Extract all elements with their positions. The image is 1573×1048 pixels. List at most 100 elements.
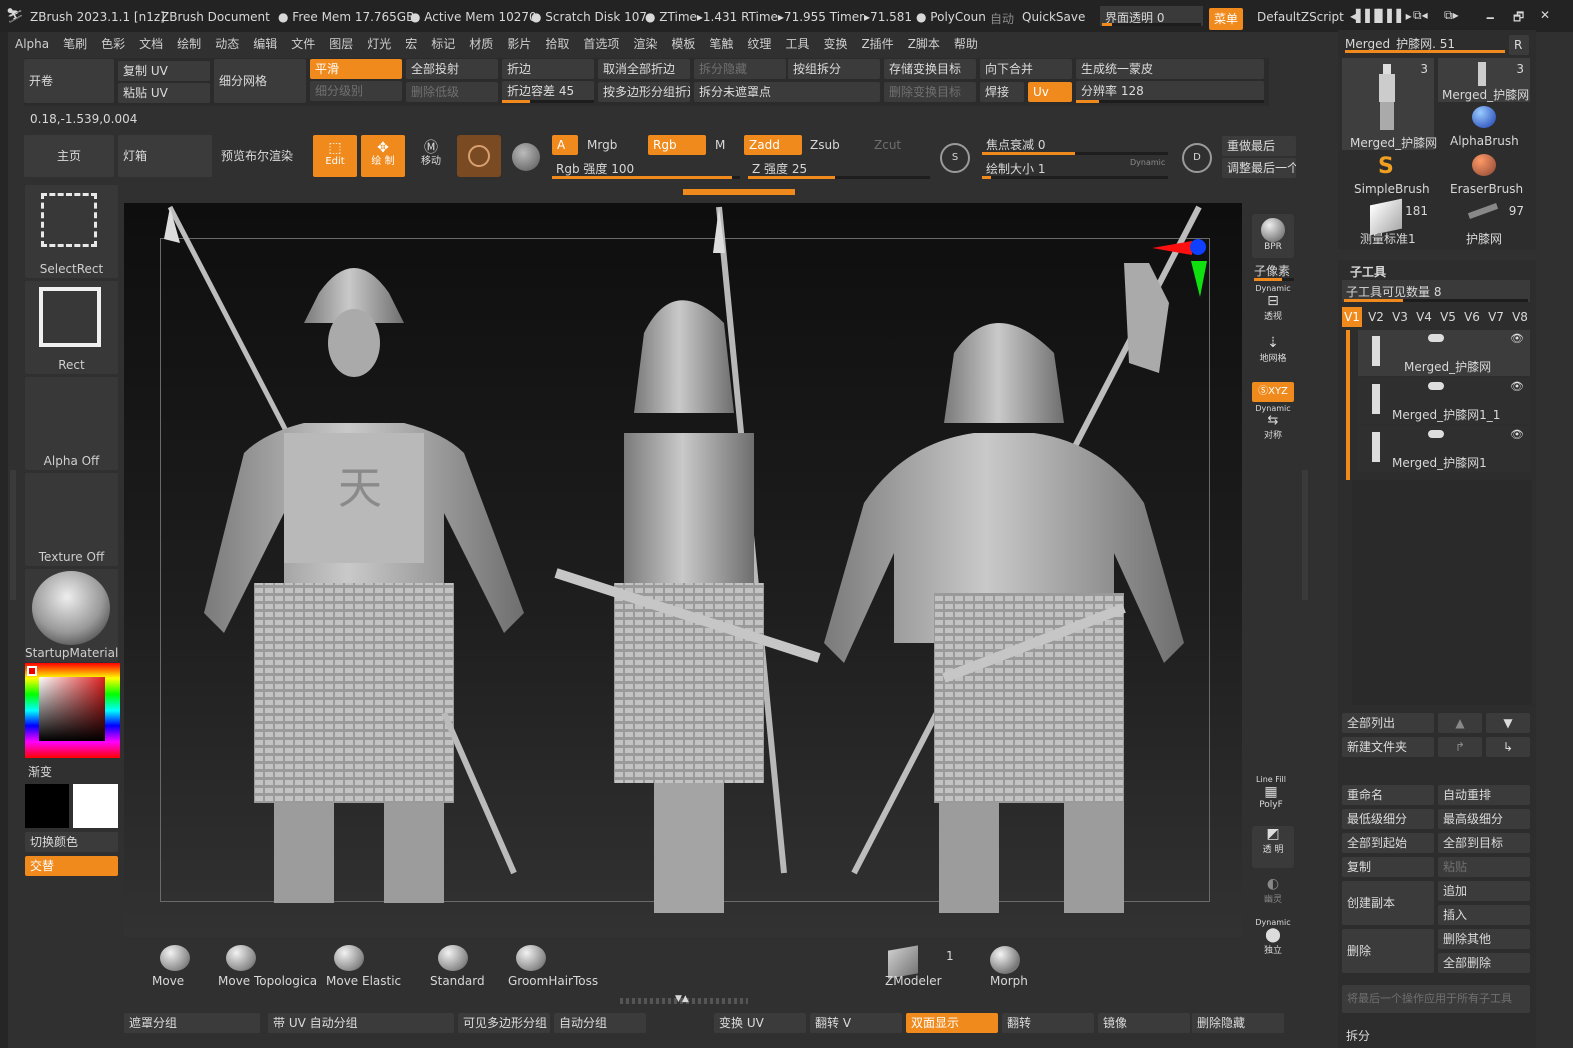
draw-button[interactable]: ✥ 绘 制: [361, 135, 405, 177]
arrow-down-right-icon[interactable]: ↳: [1486, 737, 1530, 757]
toolbar-scroll-indicator[interactable]: [683, 189, 795, 195]
delete-lower-button[interactable]: 删除低级: [406, 82, 498, 102]
all-to-start-button[interactable]: 全部到起始: [1342, 833, 1434, 853]
bottom-button[interactable]: 可见多边形分组: [458, 1013, 550, 1033]
lightbox-button[interactable]: 灯箱: [118, 135, 212, 177]
draw-size-slider[interactable]: 绘制大小 1: [986, 160, 1045, 177]
bottom-button[interactable]: 遮罩分组: [124, 1013, 260, 1033]
polyframe-button[interactable]: Line Fill ▦ PolyF: [1250, 775, 1292, 819]
all-to-target-button[interactable]: 全部到目标: [1438, 833, 1530, 853]
xyz-symmetry-toggle[interactable]: ⓈXYZ: [1252, 382, 1294, 402]
focal-shift-slider[interactable]: 焦点衰减 0: [986, 136, 1045, 153]
version-tab[interactable]: V7: [1486, 307, 1506, 327]
measure-thumb[interactable]: 181 测量标准1: [1342, 198, 1434, 246]
redo-last-button[interactable]: 重做最后: [1222, 136, 1296, 156]
ui-transparency-slider[interactable]: 界面透明 0: [1100, 6, 1203, 26]
menu-item[interactable]: 材质: [462, 33, 500, 55]
m-toggle[interactable]: M: [715, 138, 725, 152]
menu-item[interactable]: 影片: [500, 33, 538, 55]
symmetry-button[interactable]: Dynamic ⇆ 对称: [1252, 404, 1294, 446]
brush-d-icon[interactable]: D: [1182, 143, 1212, 173]
menu-item[interactable]: Z脚本: [901, 33, 947, 55]
bottom-button[interactable]: 变换 UV: [714, 1013, 806, 1033]
auto-reorder-button[interactable]: 自动重排: [1438, 785, 1530, 805]
eraserbrush-thumb[interactable]: EraserBrush: [1438, 152, 1530, 198]
edit-button[interactable]: ⬚ Edit: [313, 135, 357, 177]
subtool-scrollbar[interactable]: [1346, 330, 1350, 480]
subdivide-grid-button[interactable]: 细分网格: [214, 59, 306, 103]
maximize-icon[interactable]: 🗗: [1513, 8, 1524, 29]
menu-item[interactable]: 笔刷: [56, 33, 94, 55]
samurai-model-render[interactable]: 天: [124, 203, 1242, 937]
gradient-label[interactable]: 渐变: [28, 763, 52, 780]
color-square[interactable]: [39, 677, 105, 741]
new-folder-button[interactable]: 新建文件夹: [1342, 737, 1434, 757]
menu-item[interactable]: Z插件: [854, 33, 900, 55]
menu-item[interactable]: 渲染: [626, 33, 664, 55]
dynamic-label[interactable]: Dynamic: [1130, 158, 1165, 167]
delete-button[interactable]: 删除: [1342, 929, 1434, 973]
preview-boolean-button[interactable]: 预览布尔渲染: [216, 135, 308, 177]
store-morph-button[interactable]: 存储变换目标: [884, 59, 976, 79]
group-split-button[interactable]: 按组拆分: [788, 59, 880, 79]
menu-button[interactable]: 菜单: [1209, 8, 1244, 30]
rotate-icon[interactable]: [512, 143, 540, 171]
copy-uv-button[interactable]: 复制 UV: [118, 61, 210, 81]
subdiv-level-slider[interactable]: 细分级别: [310, 81, 402, 101]
kneenet-thumb[interactable]: 97 护膝网: [1438, 200, 1530, 246]
bottom-button[interactable]: 双面显示: [906, 1013, 998, 1033]
merge-down-button[interactable]: 向下合并: [980, 59, 1072, 79]
stroke-icon[interactable]: S: [940, 143, 970, 173]
simplebrush-thumb[interactable]: S SimpleBrush: [1342, 152, 1434, 198]
bottom-button[interactable]: 翻转 V: [810, 1013, 902, 1033]
home-button[interactable]: 主页: [24, 135, 114, 177]
unify-skin-button[interactable]: 生成统一蒙皮: [1076, 59, 1264, 79]
split-section[interactable]: 拆分: [1346, 1027, 1370, 1044]
move-down-icon[interactable]: ▼: [1486, 713, 1530, 733]
brush-item[interactable]: Standard: [430, 974, 485, 988]
bottom-button[interactable]: 镜像: [1098, 1013, 1190, 1033]
highest-subdiv-button[interactable]: 最高级细分: [1438, 809, 1530, 829]
menu-item[interactable]: 帮助: [947, 33, 985, 55]
ghost-button[interactable]: ◐ 幽灵: [1252, 876, 1294, 916]
delete-other-button[interactable]: 删除其他: [1438, 929, 1530, 949]
arrow-up-right-icon[interactable]: ↱: [1438, 737, 1482, 757]
brush-item[interactable]: Move Topologica: [218, 974, 317, 988]
menu-item[interactable]: 绘制: [170, 33, 208, 55]
left-tray-handle[interactable]: [10, 470, 16, 600]
bpr-button[interactable]: BPR: [1252, 214, 1294, 258]
mrgb-toggle[interactable]: Mrgb: [587, 138, 617, 152]
menu-item[interactable]: 纹理: [740, 33, 778, 55]
move-up-icon[interactable]: ▲: [1438, 713, 1482, 733]
morph-brush[interactable]: Morph: [990, 974, 1028, 988]
polypaint-toggle-icon[interactable]: [1428, 334, 1444, 342]
menu-item[interactable]: 色彩: [94, 33, 132, 55]
menu-item[interactable]: 笔触: [702, 33, 740, 55]
visibility-eye-icon[interactable]: 👁: [1510, 428, 1524, 441]
bottom-button[interactable]: 自动分组: [554, 1013, 646, 1033]
zmodeler-brush[interactable]: ZModeler: [885, 974, 942, 988]
menu-item[interactable]: 文件: [284, 33, 322, 55]
apply-all-button[interactable]: 将最后一个操作应用于所有子工具: [1342, 985, 1530, 1013]
z-intensity-slider[interactable]: Z 强度 25: [752, 160, 807, 177]
solo-button[interactable]: Dynamic ⬤ 独立: [1252, 918, 1294, 958]
texture-tile[interactable]: Texture Off: [25, 473, 118, 566]
rgb-intensity-slider[interactable]: Rgb 强度 100: [556, 160, 634, 177]
zsub-toggle[interactable]: Zsub: [810, 138, 840, 152]
version-tab[interactable]: V1: [1342, 307, 1362, 327]
visible-count-slider[interactable]: 子工具可见数量 8: [1342, 280, 1530, 302]
menu-item[interactable]: Alpha: [8, 33, 56, 55]
menu-item[interactable]: 拾取: [538, 33, 576, 55]
brush-item[interactable]: Move: [152, 974, 184, 988]
subtool-item[interactable]: 👁 Merged_护膝网1_1: [1358, 378, 1530, 424]
minimize-icon[interactable]: 🗕: [1486, 8, 1495, 29]
perspective-button[interactable]: Dynamic ⊟ 透视: [1252, 284, 1294, 326]
bottom-button[interactable]: 翻转: [1002, 1013, 1094, 1033]
weld-toggle[interactable]: 焊接: [980, 82, 1024, 102]
tool-thumb-1[interactable]: 3 Merged_护膝网: [1342, 58, 1437, 150]
subtool-item[interactable]: 👁 Merged_护膝网: [1358, 330, 1530, 376]
a-toggle[interactable]: A: [552, 135, 578, 155]
version-tab[interactable]: V3: [1390, 307, 1410, 327]
quicksave-button[interactable]: QuickSave: [1022, 10, 1085, 24]
floor-button[interactable]: ⇣ 地网格: [1252, 335, 1294, 375]
